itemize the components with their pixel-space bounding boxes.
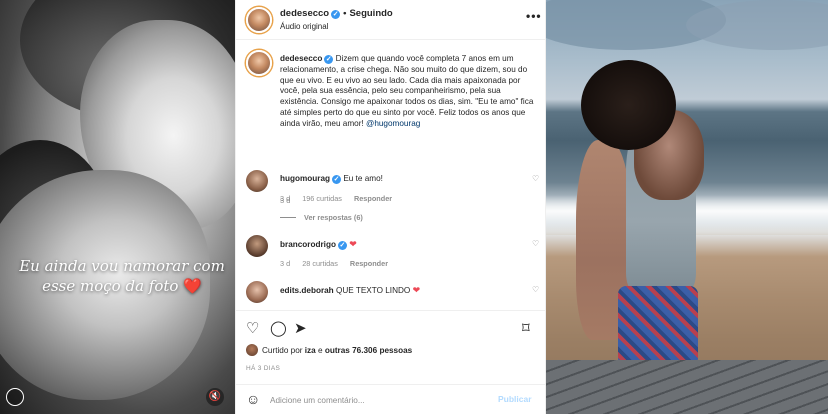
comment-username[interactable]: brancorodrigo xyxy=(280,240,336,249)
heart-outline-icon[interactable]: ♡ xyxy=(532,239,539,248)
view-replies-label: Ver respostas (6) xyxy=(304,213,363,222)
post-author-username[interactable]: dedesecco xyxy=(280,8,329,19)
add-comment-bar: ☺ Publicar xyxy=(236,384,547,414)
photo-region xyxy=(581,60,676,150)
heart-outline-icon[interactable]: ♡ xyxy=(532,285,539,294)
photo-region xyxy=(546,360,828,414)
comment-username[interactable]: edits.deborah xyxy=(280,286,334,295)
audio-link[interactable]: Áudio original xyxy=(280,22,328,31)
beach-photo xyxy=(546,0,828,414)
caption-mention[interactable]: @hugomourag xyxy=(366,119,420,128)
comment-text: edits.deborah QUE TEXTO LINDO ❤ xyxy=(280,285,420,296)
heart-emoji: ❤️ xyxy=(183,277,202,295)
reply-button[interactable]: Responder xyxy=(350,259,388,268)
reply-button[interactable]: Responder xyxy=(354,194,392,203)
post-author-line: dedesecco ✓ • Seguindo xyxy=(280,8,393,19)
comment-time: 3 d xyxy=(280,259,291,268)
heart-outline-icon[interactable]: ♡ xyxy=(532,174,539,183)
separator-dot: • xyxy=(343,8,347,19)
verified-badge-icon: ✓ xyxy=(337,241,347,250)
divider-line xyxy=(280,217,296,218)
verified-badge-icon: ✓ xyxy=(332,175,342,184)
liked-by-middle: e xyxy=(315,346,325,355)
speaker-muted-icon[interactable]: 🔇 xyxy=(206,388,224,406)
post-sidebar: dedesecco ✓ • Seguindo Áudio original ••• d… xyxy=(235,0,547,414)
post-header: dedesecco ✓ • Seguindo Áudio original ••• xyxy=(236,0,547,40)
liked-by-user[interactable]: iza xyxy=(305,346,316,355)
avatar[interactable] xyxy=(246,7,272,33)
photo-region xyxy=(618,286,698,366)
comment-text: hugomourag ✓ Eu te amo! xyxy=(280,174,383,184)
avatar[interactable] xyxy=(246,344,258,356)
avatar[interactable] xyxy=(246,235,268,257)
comment-username[interactable]: hugomourag xyxy=(280,174,330,183)
avatar[interactable] xyxy=(246,281,268,303)
action-bar: ♡ ◯ ➤ ⌑ xyxy=(236,310,547,344)
view-replies-button[interactable]: Ver respostas (6) xyxy=(280,213,363,222)
share-icon[interactable]: ➤ xyxy=(294,319,307,337)
heart-icon[interactable]: ♡ xyxy=(246,319,259,337)
user-circle-icon[interactable] xyxy=(6,388,24,406)
verified-badge-icon: ✓ xyxy=(324,55,334,64)
comment-body: QUE TEXTO LINDO xyxy=(335,286,411,295)
more-options-icon[interactable]: ••• xyxy=(526,9,542,23)
verified-badge-icon: ✓ xyxy=(331,10,341,19)
comment-icon[interactable]: ◯ xyxy=(270,319,287,337)
comment-meta: 3 d 196 curtidas Responder xyxy=(280,194,402,203)
reel-media[interactable]: Eu ainda vou namorar com esse moço da fo… xyxy=(0,0,235,414)
avatar[interactable] xyxy=(246,50,272,76)
caption-body: Dizem que quando você completa 7 anos em… xyxy=(280,54,534,128)
liked-by-prefix: Curtido por xyxy=(262,346,305,355)
following-button[interactable]: Seguindo xyxy=(349,8,392,19)
caption-text: dedesecco ✓ Dizem que quando você complet… xyxy=(280,54,536,130)
emoji-icon[interactable]: ☺ xyxy=(246,391,260,407)
publish-button[interactable]: Publicar xyxy=(498,394,532,404)
heart-emoji: ❤ xyxy=(412,285,421,295)
heart-emoji: ❤ xyxy=(349,239,357,249)
media-overlay-text: Eu ainda vou namorar com esse moço da fo… xyxy=(8,256,235,296)
liked-by-others[interactable]: outras 76.306 pessoas xyxy=(325,346,412,355)
avatar[interactable] xyxy=(246,170,268,192)
comment-time: 3 d xyxy=(280,194,291,203)
comment-body: Eu te amo! xyxy=(343,174,383,183)
comment-likes[interactable]: 196 curtidas xyxy=(302,194,342,203)
post-date: HÁ 3 DIAS xyxy=(246,365,281,372)
bookmark-icon[interactable]: ⌑ xyxy=(522,319,530,337)
caption-username[interactable]: dedesecco xyxy=(280,54,322,63)
comment-text: brancorodrigo ✓ ❤ xyxy=(280,239,357,250)
comment-likes[interactable]: 28 curtidas xyxy=(302,259,338,268)
comment-meta: 3 d 28 curtidas Responder xyxy=(280,259,398,268)
comment-input[interactable] xyxy=(270,392,490,408)
liked-by: Curtido por iza e outras 76.306 pessoas xyxy=(246,344,412,356)
